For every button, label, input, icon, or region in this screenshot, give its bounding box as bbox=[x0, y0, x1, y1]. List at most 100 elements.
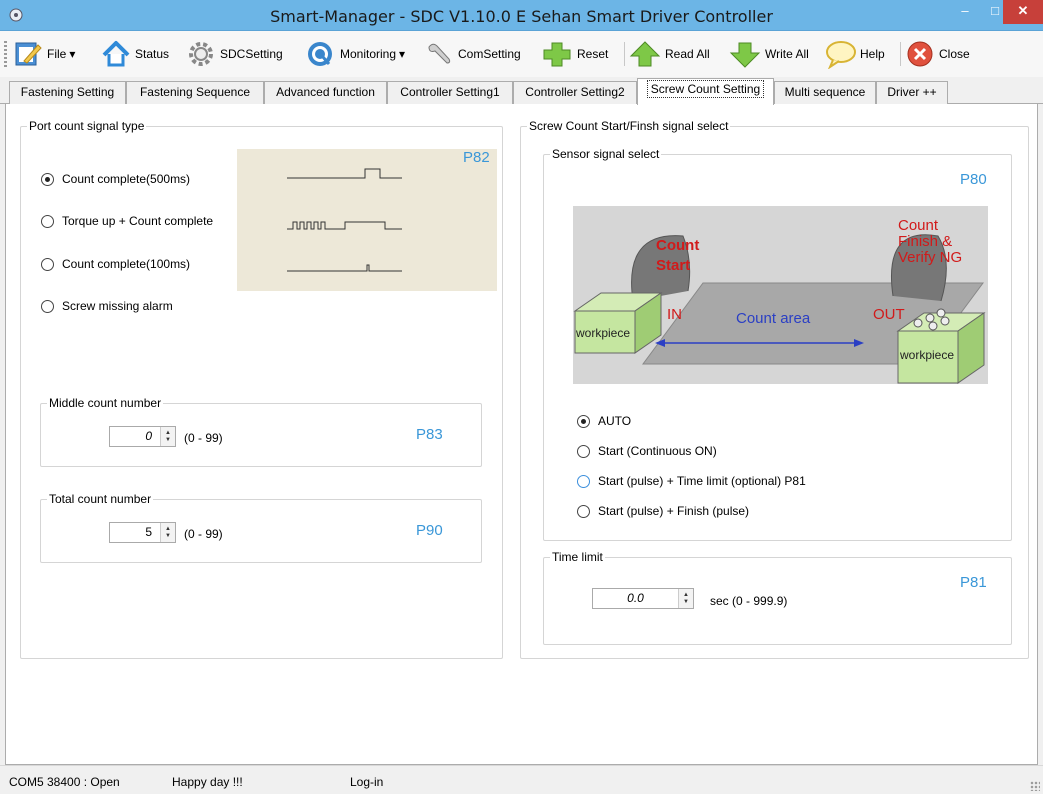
gear-icon bbox=[189, 42, 213, 66]
tab-fastening-setting[interactable]: Fastening Setting bbox=[9, 81, 126, 104]
status-bar: COM5 38400 : Open Happy day !!! Log-in bbox=[0, 765, 1043, 794]
count-finish-label: Count Finish & Verify NG bbox=[898, 218, 962, 266]
screw-signal-title: Screw Count Start/Finsh signal select bbox=[527, 119, 731, 133]
middle-count-group: Middle count number 0 ▲ ▼ (0 - 99) P83 bbox=[40, 396, 482, 467]
radio-dot bbox=[41, 299, 54, 313]
reset-button[interactable]: Reset bbox=[540, 38, 608, 70]
tab-driver-plus[interactable]: Driver ++ bbox=[876, 81, 948, 104]
plus-icon bbox=[543, 42, 571, 67]
count-finish-line3: Verify NG bbox=[898, 249, 963, 266]
radio-torque-up-count-complete[interactable]: Torque up + Count complete bbox=[41, 214, 213, 228]
write-all-button[interactable]: Write All bbox=[728, 38, 809, 70]
count-finish-line1: Count bbox=[898, 217, 939, 234]
reset-label: Reset bbox=[577, 47, 609, 61]
tab-controller-setting2[interactable]: Controller Setting2 bbox=[513, 81, 637, 104]
radio-label: Start (pulse) + Time limit (optional) P8… bbox=[598, 474, 806, 488]
com-port-status: COM5 38400 : Open bbox=[9, 775, 120, 789]
count-start-line2: Start bbox=[656, 257, 691, 274]
radio-dot bbox=[41, 257, 54, 271]
read-all-label: Read All bbox=[665, 47, 710, 61]
total-count-range: (0 - 99) bbox=[184, 527, 223, 541]
radio-dot bbox=[41, 172, 54, 186]
spin-arrows-icon[interactable]: ▲ ▼ bbox=[678, 589, 693, 608]
spin-arrows-icon[interactable]: ▲ ▼ bbox=[160, 427, 175, 446]
status-message: Happy day !!! bbox=[172, 775, 243, 789]
tab-label: Fastening Sequence bbox=[139, 85, 251, 99]
write-all-label: Write All bbox=[765, 47, 809, 61]
total-count-group: Total count number 5 ▲ ▼ (0 - 99) P90 bbox=[40, 492, 482, 563]
pcode-p83: P83 bbox=[416, 426, 443, 443]
time-limit-value: 0.0 bbox=[627, 591, 644, 605]
minimize-button[interactable]: – bbox=[950, 0, 980, 24]
sensor-signal-group: Sensor signal select P80 Count Start Cou… bbox=[543, 147, 1012, 541]
tab-content: Port count signal type P82 Count complet… bbox=[5, 104, 1038, 765]
radio-dot bbox=[577, 474, 590, 488]
tab-label: Controller Setting1 bbox=[400, 85, 500, 99]
in-label: IN bbox=[667, 306, 682, 323]
workpiece-out-label: workpiece bbox=[900, 348, 955, 362]
sdcsetting-button[interactable]: SDCSetting bbox=[185, 38, 283, 70]
file-icon bbox=[15, 42, 42, 66]
login-status[interactable]: Log-in bbox=[350, 775, 383, 789]
radio-screw-missing-alarm[interactable]: Screw missing alarm bbox=[41, 299, 173, 313]
tab-label: Controller Setting2 bbox=[525, 85, 625, 99]
radio-auto[interactable]: AUTO bbox=[577, 414, 631, 428]
port-count-group: Port count signal type P82 Count complet… bbox=[20, 119, 503, 659]
radio-dot bbox=[41, 214, 54, 228]
total-count-stepper[interactable]: 5 ▲ ▼ bbox=[109, 522, 176, 543]
time-limit-range: sec (0 - 999.9) bbox=[710, 594, 788, 608]
radio-dot bbox=[577, 444, 590, 458]
radio-count-complete-100[interactable]: Count complete(100ms) bbox=[41, 257, 190, 271]
tab-fastening-sequence[interactable]: Fastening Sequence bbox=[126, 81, 264, 104]
radio-start-pulse-finish-pulse[interactable]: Start (pulse) + Finish (pulse) bbox=[577, 504, 749, 518]
help-button[interactable]: Help bbox=[823, 38, 885, 70]
time-limit-stepper[interactable]: 0.0 ▲ ▼ bbox=[592, 588, 694, 609]
total-count-value: 5 bbox=[145, 525, 152, 539]
signal-waveform-icon bbox=[287, 168, 402, 272]
time-limit-title: Time limit bbox=[550, 550, 605, 564]
tab-screw-count-setting[interactable]: Screw Count Setting bbox=[637, 78, 774, 105]
time-limit-group: Time limit 0.0 ▲ ▼ sec (0 - 999.9) P81 bbox=[543, 550, 1012, 645]
tab-multi-sequence[interactable]: Multi sequence bbox=[774, 81, 876, 104]
status-button[interactable]: Status bbox=[100, 38, 169, 70]
sdcsetting-label: SDCSetting bbox=[220, 47, 283, 61]
title-bar: Smart-Manager - SDC V1.10.0 E Sehan Smar… bbox=[0, 0, 1043, 31]
middle-count-value: 0 bbox=[145, 429, 152, 443]
tab-advanced-function[interactable]: Advanced function bbox=[264, 81, 387, 104]
tab-label: Advanced function bbox=[276, 85, 375, 99]
window-title: Smart-Manager - SDC V1.10.0 E Sehan Smar… bbox=[270, 7, 773, 26]
radio-label: Count complete(100ms) bbox=[62, 257, 191, 271]
radio-count-complete-500[interactable]: Count complete(500ms) bbox=[41, 172, 190, 186]
pcode-p81: P81 bbox=[960, 574, 987, 591]
home-icon bbox=[102, 41, 130, 67]
status-label: Status bbox=[135, 47, 170, 61]
spin-arrows-icon[interactable]: ▲ ▼ bbox=[160, 523, 175, 542]
chevron-down-icon: ▾ bbox=[69, 47, 76, 61]
read-all-button[interactable]: Read All bbox=[628, 38, 710, 70]
monitoring-label: Monitoring bbox=[340, 47, 397, 61]
monitor-icon bbox=[308, 42, 332, 66]
middle-count-range: (0 - 99) bbox=[184, 431, 223, 445]
toolbar: File ▾ Status SDCSetting Monitoring ▾ Co… bbox=[0, 31, 1043, 77]
pcode-p80: P80 bbox=[960, 171, 987, 188]
sensor-signal-title: Sensor signal select bbox=[550, 147, 662, 161]
count-start-label: Count Start bbox=[656, 236, 699, 276]
screw-signal-group: Screw Count Start/Finsh signal select Se… bbox=[520, 119, 1029, 659]
middle-count-stepper[interactable]: 0 ▲ ▼ bbox=[109, 426, 176, 447]
toolbar-grip[interactable] bbox=[4, 41, 7, 67]
tab-label: Screw Count Setting bbox=[646, 80, 765, 98]
radio-label: Count complete(500ms) bbox=[62, 172, 191, 186]
tab-label: Fastening Setting bbox=[20, 85, 115, 99]
resize-grip-icon[interactable] bbox=[1030, 781, 1040, 791]
file-button[interactable]: File ▾ bbox=[12, 38, 75, 70]
comsetting-button[interactable]: ComSetting bbox=[423, 38, 521, 70]
radio-start-continuous[interactable]: Start (Continuous ON) bbox=[577, 444, 717, 458]
close-button[interactable]: Close bbox=[904, 38, 970, 70]
tab-controller-setting1[interactable]: Controller Setting1 bbox=[387, 81, 513, 104]
tab-label: Multi sequence bbox=[784, 85, 866, 99]
radio-start-pulse-time-limit[interactable]: Start (pulse) + Time limit (optional) P8… bbox=[577, 474, 806, 488]
monitoring-button[interactable]: Monitoring ▾ bbox=[303, 38, 405, 70]
file-label: File bbox=[47, 47, 67, 61]
count-area-diagram: Count Start Count Finish & Verify NG IN … bbox=[573, 206, 988, 384]
close-window-button[interactable]: ✕ bbox=[1003, 0, 1043, 24]
